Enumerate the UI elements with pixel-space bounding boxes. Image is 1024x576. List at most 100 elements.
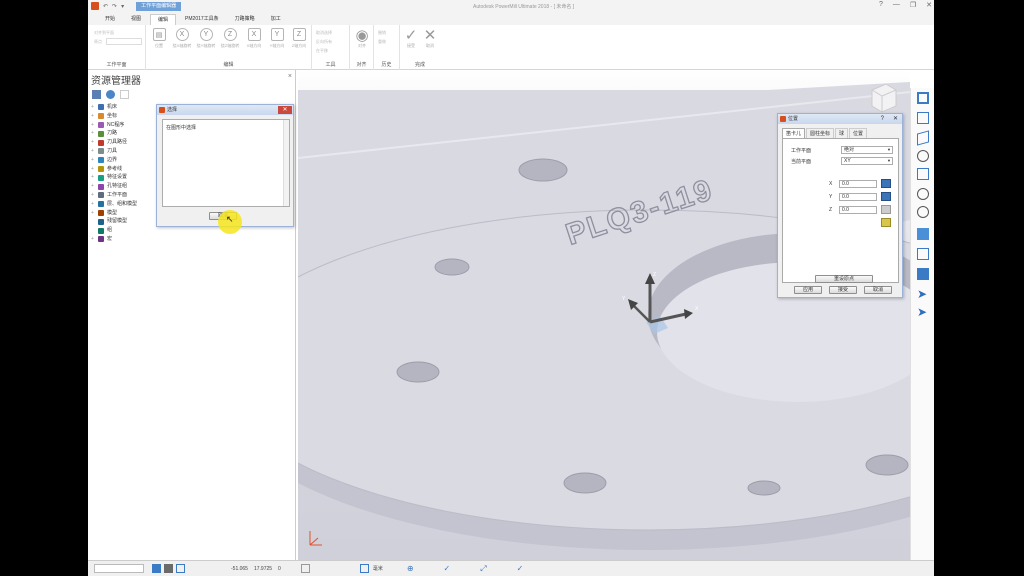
reset-origin-button[interactable]: 重设原点 xyxy=(815,275,873,283)
cancel-button[interactable]: ✕ 取消 xyxy=(419,27,441,49)
tree-item[interactable]: + 孔特征组 xyxy=(91,182,137,191)
select-box-icon[interactable]: ➤ xyxy=(917,306,929,318)
expand-toggle-icon[interactable]: + xyxy=(91,121,98,130)
expand-toggle-icon[interactable]: + xyxy=(91,209,98,218)
tab-machining[interactable]: 加工 xyxy=(264,14,288,25)
zoom-out-icon[interactable] xyxy=(917,206,929,218)
tree-item[interactable]: + 模型 xyxy=(91,209,137,218)
tree-item[interactable]: + NC程序 xyxy=(91,121,137,130)
redo-icon[interactable]: ↷ xyxy=(112,3,117,10)
tree-item[interactable]: + 边界 xyxy=(91,156,137,165)
rotate-y-button[interactable]: Y 绕Y轴旋转 xyxy=(195,28,217,49)
zoom-icon[interactable] xyxy=(917,150,929,162)
align-button[interactable]: ◉ 对齐 xyxy=(351,27,373,49)
rotate-x-button[interactable]: X 绕X轴旋转 xyxy=(171,28,193,49)
expand-toggle-icon[interactable]: + xyxy=(91,138,98,147)
view-iso-icon[interactable] xyxy=(917,130,929,146)
pick-y-icon[interactable] xyxy=(881,192,891,201)
sync-icon[interactable]: ⊕ xyxy=(407,564,414,573)
tree-item[interactable]: + 机床 xyxy=(91,103,137,112)
deselect-item[interactable]: 取消选择 xyxy=(316,30,332,36)
tab-view[interactable]: 视图 xyxy=(124,14,148,25)
expand-toggle-icon[interactable]: + xyxy=(91,103,98,112)
expand-toggle-icon[interactable]: + xyxy=(91,129,98,138)
snap-icon[interactable] xyxy=(152,564,161,573)
view-cube[interactable] xyxy=(871,83,897,113)
x-direction-button[interactable]: X X轴方向 xyxy=(243,28,265,49)
expand-toggle-icon[interactable]: + xyxy=(91,112,98,121)
pick-point-icon[interactable] xyxy=(881,218,891,227)
expand-toggle-icon[interactable]: + xyxy=(91,182,98,191)
tree-item[interactable]: + 刀具路径 xyxy=(91,138,137,147)
redo-item[interactable]: 重做 xyxy=(378,39,386,45)
pick-x-icon[interactable] xyxy=(881,179,891,188)
app-logo-icon[interactable] xyxy=(91,2,99,10)
expand-toggle-icon[interactable]: + xyxy=(91,235,98,244)
position-button[interactable]: ▤ 位置 xyxy=(148,28,170,49)
accept-button[interactable]: 接受 xyxy=(829,286,857,294)
tree-item[interactable]: + 坐标 xyxy=(91,112,137,121)
origin-item[interactable]: 原点 xyxy=(94,39,102,45)
status-select[interactable] xyxy=(94,564,144,573)
help-icon[interactable]: ? xyxy=(879,1,883,9)
tree-item[interactable]: + 工作平面 xyxy=(91,191,137,200)
pan-icon[interactable] xyxy=(917,168,929,180)
zoom-in-icon[interactable] xyxy=(917,188,929,200)
file-icon[interactable] xyxy=(120,90,129,99)
layer-icon[interactable] xyxy=(300,564,310,573)
close-button[interactable]: ✕ xyxy=(926,1,932,9)
align-to-plane-item[interactable]: 对齐到平面 xyxy=(94,30,114,36)
pick-z-icon[interactable] xyxy=(881,205,891,214)
verify-icon[interactable]: ✓ xyxy=(517,564,524,573)
tree-item[interactable]: + 参考线 xyxy=(91,165,137,174)
tree-item[interactable]: 组 xyxy=(91,226,137,235)
qat-dropdown-icon[interactable]: ▾ xyxy=(121,3,124,10)
origin-field[interactable] xyxy=(106,38,142,45)
position-dialog-close-icon[interactable]: ✕ xyxy=(893,114,898,124)
y-input[interactable]: 0.0 xyxy=(839,193,877,201)
select-arrow-icon[interactable]: ➤ xyxy=(917,288,929,300)
expand-toggle-icon[interactable]: + xyxy=(91,200,98,209)
wireframe-icon[interactable] xyxy=(917,248,929,260)
restore-button[interactable]: ❐ xyxy=(910,1,916,9)
tree-item[interactable]: + 刀具 xyxy=(91,147,137,156)
help-icon[interactable]: ? xyxy=(881,114,884,124)
expand-toggle-icon[interactable]: + xyxy=(91,165,98,174)
tree-item[interactable]: + 特征设置 xyxy=(91,173,137,182)
tree-item[interactable]: + 刀路 xyxy=(91,129,137,138)
z-input[interactable]: 0.0 xyxy=(839,206,877,214)
tree-item[interactable]: + 宏 xyxy=(91,235,137,244)
tree-item[interactable]: 残留模型 xyxy=(91,217,137,226)
undo-item[interactable]: 撤销 xyxy=(378,30,386,36)
workplane-toggle-icon[interactable] xyxy=(176,564,185,573)
expand-toggle-icon[interactable]: + xyxy=(91,156,98,165)
minimize-button[interactable]: — xyxy=(893,1,900,9)
expand-toggle-icon[interactable]: + xyxy=(91,173,98,182)
expand-toggle-icon[interactable]: + xyxy=(91,147,98,156)
transform-icon[interactable]: ⤢ xyxy=(480,564,486,574)
cancel-button[interactable]: 取消 xyxy=(864,286,892,294)
check-toolpath-icon[interactable]: ✓ xyxy=(444,564,451,573)
x-input[interactable]: 0.0 xyxy=(839,180,877,188)
shaded-icon[interactable] xyxy=(917,228,929,240)
select-dialog-scrollbar[interactable] xyxy=(283,120,289,206)
translate-item[interactable]: 在平移 xyxy=(316,48,328,54)
reverse-all-item[interactable]: 反向所有 xyxy=(316,39,332,45)
rotate-z-button[interactable]: Z 绕Z轴旋转 xyxy=(219,28,241,49)
tab-pm2017-toolbar[interactable]: PM2017工具条 xyxy=(178,14,226,25)
globe-icon[interactable] xyxy=(106,90,115,99)
view-front-icon[interactable] xyxy=(917,112,929,124)
z-direction-button[interactable]: Z Z轴方向 xyxy=(288,28,310,49)
workplane-select[interactable]: 绝对 ▼ xyxy=(841,146,893,154)
y-direction-button[interactable]: Y Y轴方向 xyxy=(266,28,288,49)
tree-item[interactable]: + 层、组和模型 xyxy=(91,200,137,209)
tab-toolpath-strategy[interactable]: 刀路策略 xyxy=(228,14,262,25)
grid-icon[interactable] xyxy=(164,564,173,573)
tab-edit[interactable]: 编辑 xyxy=(150,14,177,25)
plane-select[interactable]: XY ▼ xyxy=(841,157,893,165)
explorer-close-icon[interactable]: × xyxy=(288,73,292,80)
select-dialog-close-button[interactable]: ✕ xyxy=(278,106,292,114)
apply-button[interactable]: 应用 xyxy=(794,286,822,294)
tool-icon[interactable] xyxy=(359,564,369,573)
view-top-icon[interactable] xyxy=(917,92,929,104)
